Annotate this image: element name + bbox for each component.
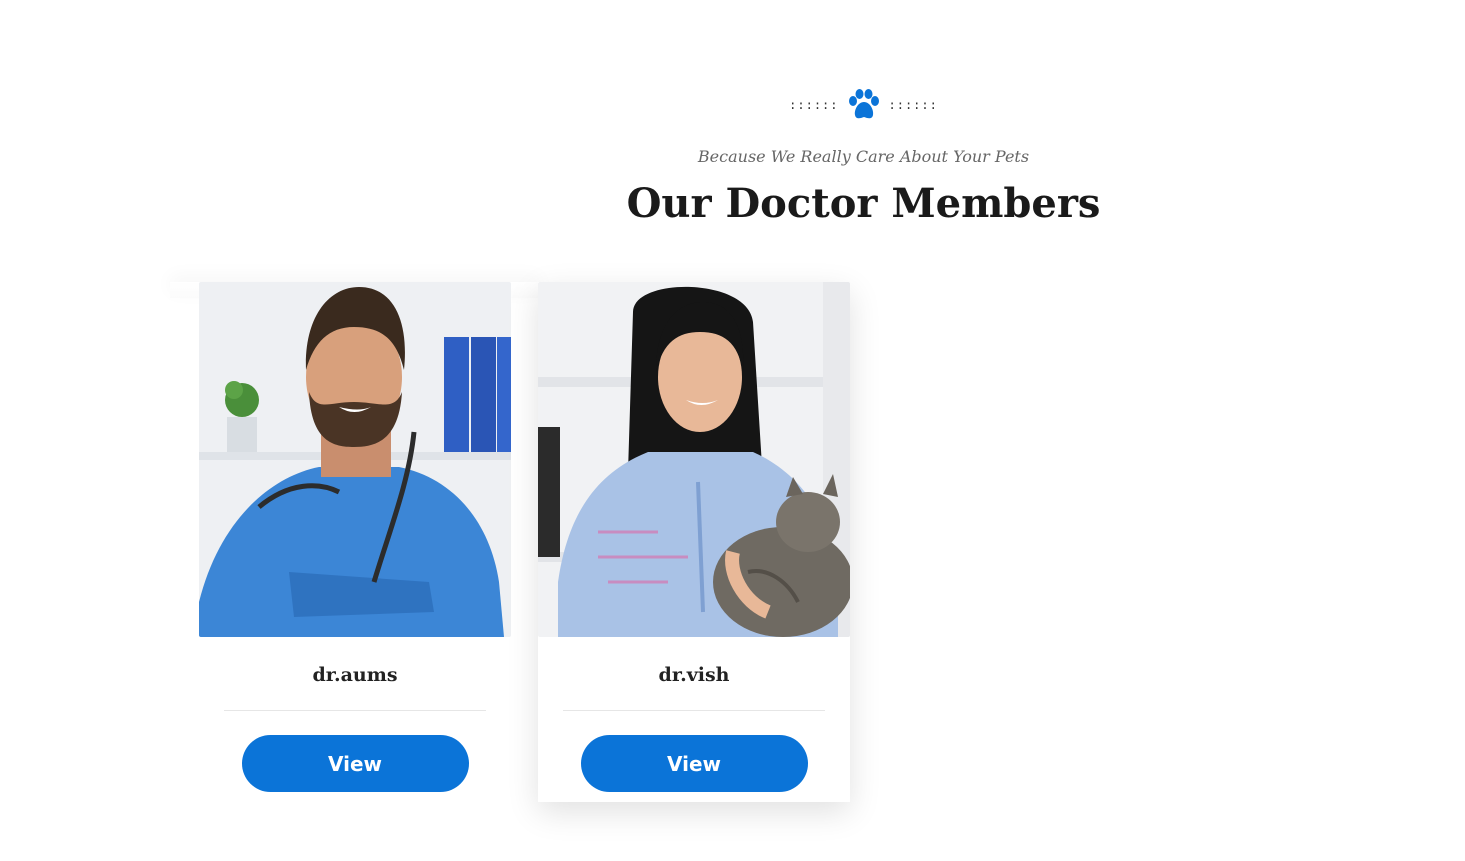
doctor-photo [199, 282, 511, 637]
section-title: Our Doctor Members [626, 180, 1101, 227]
doctor-name: dr.vish [658, 664, 730, 686]
divider-dots-right: :::::: [888, 98, 938, 112]
view-button[interactable]: View [241, 735, 469, 792]
view-button[interactable]: View [580, 735, 808, 792]
doctor-photo [538, 282, 850, 637]
section-header: :::::: :::::: Because We Really Care Abo… [560, 88, 1167, 228]
section-subtitle: Because We Really Care About Your Pets [697, 147, 1030, 166]
card-divider [563, 710, 825, 711]
doctor-card: dr.vish View [538, 282, 850, 802]
header-divider: :::::: :::::: [560, 88, 1167, 122]
doctor-name: dr.aums [312, 664, 398, 686]
card-divider [224, 710, 486, 711]
doctor-card: dr.aums View [199, 282, 511, 802]
paw-icon [847, 89, 881, 121]
divider-dots-left: :::::: [789, 98, 839, 112]
doctor-members-page: :::::: :::::: Because We Really Care Abo… [0, 0, 1465, 861]
